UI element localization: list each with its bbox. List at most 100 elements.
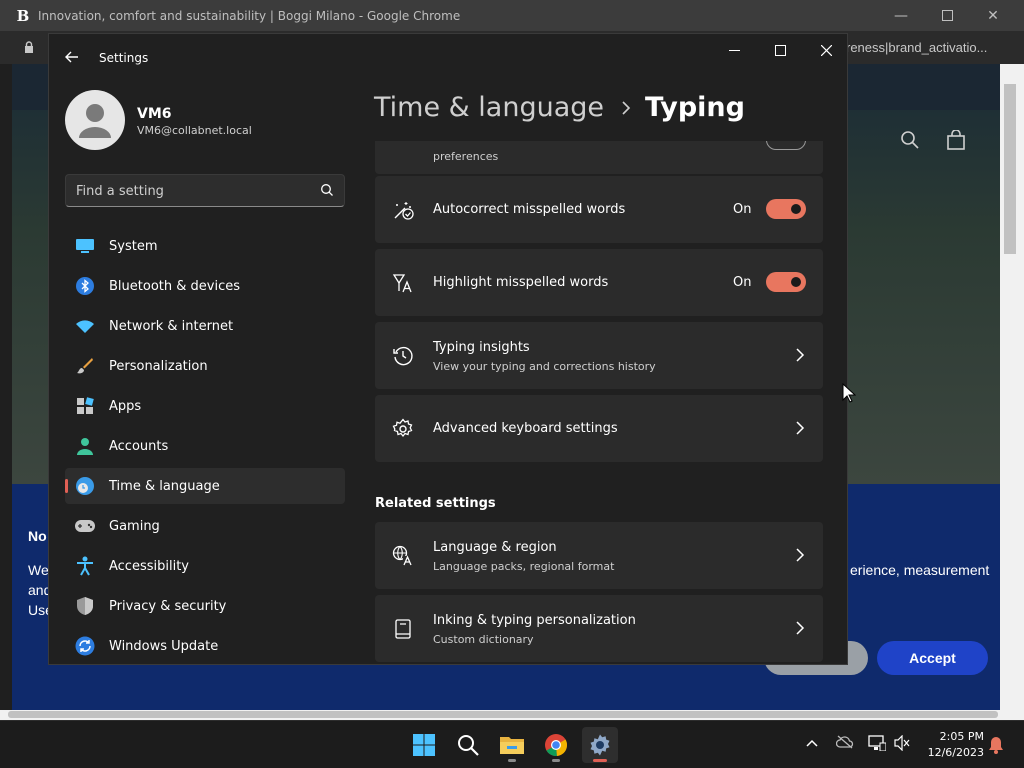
chrome-close-button[interactable]: ✕ [970,0,1016,31]
onedrive-offline-icon[interactable] [836,735,854,749]
sidebar-item-label: Privacy & security [109,598,227,614]
history-icon [393,346,413,366]
sidebar-item-gaming[interactable]: Gaming [65,508,345,544]
close-button[interactable] [803,34,847,66]
close-icon [820,44,832,56]
autocorrect-icon [394,202,414,220]
toggle-state-label: On [733,275,752,290]
card-title: Inking & typing personalization [433,613,636,628]
minimize-button[interactable] [711,34,757,66]
running-indicator [508,759,516,762]
breadcrumb-parent[interactable]: Time & language [374,92,604,123]
settings-taskbar-button[interactable] [582,727,618,763]
scrollbar-thumb[interactable] [1004,84,1016,254]
gear-icon [392,418,413,438]
back-button[interactable] [59,48,85,68]
minimize-icon [728,49,740,51]
sidebar-item-bluetooth[interactable]: Bluetooth & devices [65,268,345,304]
volume-muted-icon[interactable] [894,735,910,751]
sidebar-item-label: Accessibility [109,558,189,574]
sidebar-item-personalization[interactable]: Personalization [65,348,345,384]
active-indicator [593,759,607,762]
mouse-cursor-icon [842,383,856,403]
running-indicator [552,759,560,762]
settings-content[interactable]: preferences Autocorrect misspelled words… [375,141,823,664]
taskbar-search-button[interactable] [450,727,486,763]
bluetooth-icon [76,277,94,295]
sidebar-item-label: Personalization [109,358,208,374]
accessibility-icon [77,556,93,576]
chevron-right-icon [622,96,631,120]
card-subtitle: Language packs, regional format [433,560,615,573]
typing-insights-card[interactable]: Typing insights View your typing and cor… [375,322,823,389]
chrome-icon [545,734,568,757]
sidebar-item-accessibility[interactable]: Accessibility [65,548,345,584]
sidebar-item-privacy[interactable]: Privacy & security [65,588,345,624]
scrollbar-thumb[interactable] [8,711,998,718]
chevron-up-icon[interactable] [806,739,818,747]
settings-icon [590,734,610,756]
sidebar-item-network[interactable]: Network & internet [65,308,345,344]
sidebar-item-label: Accounts [109,438,169,454]
card-subtitle: View your typing and corrections history [433,360,656,373]
start-button[interactable] [406,727,442,763]
wifi-icon [76,320,94,333]
highlight-toggle[interactable] [766,272,806,292]
user-name: VM6 [137,106,172,122]
maximize-icon [774,44,786,56]
site-header-icons [900,130,966,150]
search-icon[interactable] [320,183,334,197]
chevron-right-icon [796,348,805,362]
sidebar-item-apps[interactable]: Apps [65,388,345,424]
sidebar-item-label: Gaming [109,518,160,534]
brush-icon [77,358,93,374]
person-icon [77,438,93,455]
chrome-maximize-button[interactable] [924,0,970,31]
sidebar-item-time-language[interactable]: Time & language [65,468,345,504]
sidebar-item-label: Windows Update [109,638,219,654]
inking-typing-card[interactable]: Inking & typing personalization Custom d… [375,595,823,662]
sidebar-item-windows-update[interactable]: Windows Update [65,628,345,664]
autocorrect-card: Autocorrect misspelled words On [375,176,823,243]
start-icon [413,734,435,756]
site-search-icon[interactable] [900,130,920,150]
card-title: Advanced keyboard settings [433,421,618,436]
search-box[interactable] [65,174,345,207]
site-favicon: B [16,6,30,25]
sidebar-item-label: Time & language [109,478,220,494]
shield-icon [77,597,93,615]
chrome-button[interactable] [538,727,574,763]
highlight-card: Highlight misspelled words On [375,249,823,316]
accept-button[interactable]: Accept [877,641,988,675]
sidebar-item-system[interactable]: System [65,228,345,264]
advanced-keyboard-card[interactable]: Advanced keyboard settings [375,395,823,462]
notification-bell-icon[interactable] [988,736,1004,754]
dictionary-icon [395,619,411,639]
sidebar-item-label: Network & internet [109,318,234,334]
page-vertical-scrollbar[interactable] [1000,64,1024,712]
settings-app-title: Settings [99,51,149,65]
network-icon[interactable] [868,735,886,751]
shopping-bag-icon[interactable] [946,130,966,150]
card-title: Autocorrect misspelled words [433,202,626,217]
cookie-banner-text-1: We [28,562,49,578]
apps-icon [77,397,94,414]
toggle-switch[interactable] [766,141,806,150]
settings-title-bar: Settings [49,34,847,82]
text-suggestions-card[interactable]: preferences [375,141,823,174]
sidebar-item-label: System [109,238,158,254]
chrome-minimize-button[interactable]: — [878,0,924,31]
search-input[interactable] [76,182,306,200]
language-region-card[interactable]: Language & region Language packs, region… [375,522,823,589]
taskbar: 2:05 PM 12/6/2023 [0,720,1024,768]
sidebar-item-accounts[interactable]: Accounts [65,428,345,464]
maximize-button[interactable] [757,34,803,66]
globe-clock-icon [76,477,94,495]
taskbar-clock[interactable]: 2:05 PM 12/6/2023 [918,729,984,761]
page-horizontal-scrollbar[interactable] [0,710,1024,720]
clock-time: 2:05 PM [939,730,984,743]
autocorrect-toggle[interactable] [766,199,806,219]
file-explorer-button[interactable] [494,727,530,763]
avatar[interactable] [65,90,125,150]
person-icon [79,104,111,138]
